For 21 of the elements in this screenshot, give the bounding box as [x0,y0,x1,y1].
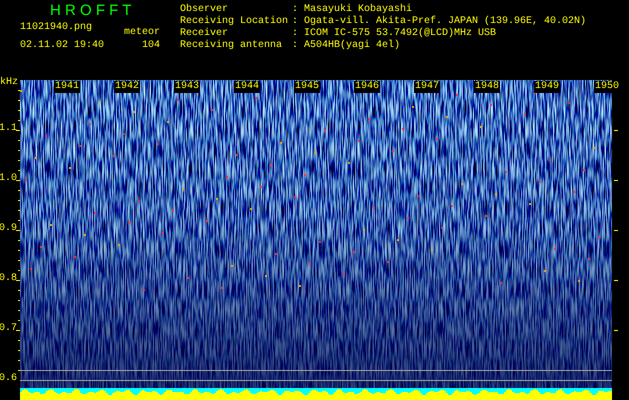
separator: : [292,40,300,52]
y-tick-label: 1.0 [0,173,17,185]
info-value: Masayuki Kobayashi [304,4,414,16]
time-label: 1949 [534,81,560,93]
separator: : [292,28,300,40]
info-label: Observer [180,4,230,16]
info-label: Receiving antenna [180,40,284,52]
separator: : [292,16,300,28]
file-name: 11021940.png [20,22,94,34]
meteor-count: 104 [142,40,160,52]
info-value: A504HB(yagi 4el) [304,40,402,52]
info-label: Receiving Location [180,16,290,28]
date-time: 02.11.02 19:40 [20,40,104,52]
separator: : [292,4,300,16]
meteor-label: meteor [124,27,160,39]
y-unit-label: kHz [0,77,18,89]
info-value: ICOM IC-575 53.7492(@LCD)MHz USB [304,28,498,40]
y-tick-label: 1.1 [0,123,17,135]
info-label: Receiver [180,28,230,40]
info-value: Ogata-vill. Akita-Pref. JAPAN (139.96E, 40.02N) [304,16,586,28]
app-title: H R O F F T [49,1,132,19]
